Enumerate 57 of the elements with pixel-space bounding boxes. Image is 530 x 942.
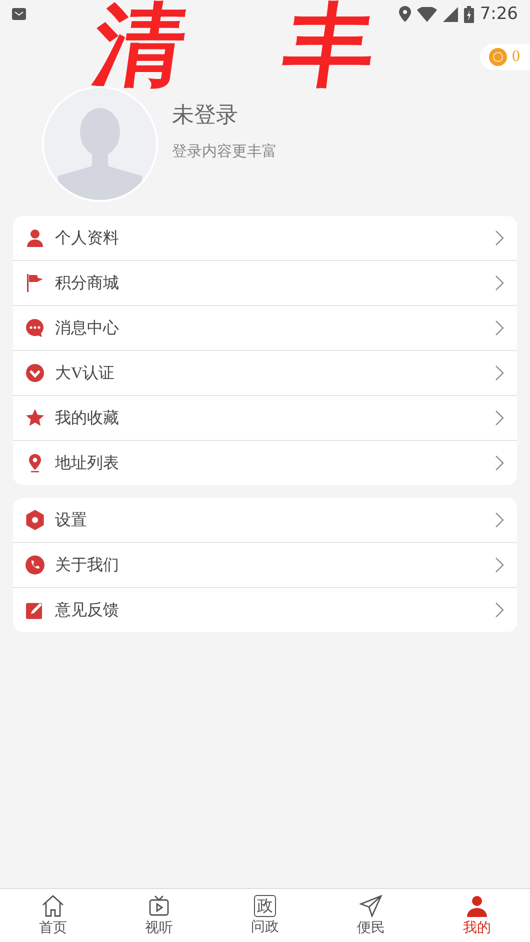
status-time: 7:26 <box>480 4 518 24</box>
chevron-right-icon <box>495 365 505 381</box>
menu-label: 地址列表 <box>55 454 120 474</box>
home-icon <box>41 894 65 918</box>
battery-icon <box>464 6 474 22</box>
menu-item[interactable]: 设置 <box>13 498 517 542</box>
check-badge-icon <box>25 363 45 383</box>
phone-icon <box>25 555 45 575</box>
menu-label: 我的收藏 <box>55 408 120 428</box>
nav-tab[interactable]: 首页 <box>0 889 106 942</box>
menu-item[interactable]: 个人资料 <box>13 216 517 260</box>
menu-item[interactable]: 意见反馈 <box>13 587 517 632</box>
edit-icon <box>25 600 45 620</box>
login-status[interactable]: 未登录 <box>172 100 277 130</box>
menu-label: 意见反馈 <box>55 600 120 620</box>
calligraphy-title: 丰 <box>278 0 382 90</box>
person-icon <box>465 894 489 918</box>
coin-count: 0 <box>512 48 520 66</box>
coin-icon <box>489 48 507 66</box>
wifi-icon <box>416 6 437 22</box>
nav-tab[interactable]: 我的 <box>424 889 530 942</box>
settings-icon <box>25 510 45 530</box>
calligraphy-title: 清 <box>88 0 192 90</box>
chat-icon <box>25 318 45 338</box>
menu-label: 消息中心 <box>55 318 120 338</box>
chevron-right-icon <box>495 602 505 618</box>
chevron-right-icon <box>495 275 505 291</box>
chevron-right-icon <box>495 320 505 336</box>
chevron-right-icon <box>495 230 505 246</box>
policy-icon: 政 <box>254 895 276 917</box>
chevron-right-icon <box>495 455 505 471</box>
chevron-right-icon <box>495 410 505 426</box>
nav-tab[interactable]: 便民 <box>318 889 424 942</box>
star-icon <box>25 408 45 428</box>
menu-label: 大V认证 <box>55 364 116 384</box>
menu-label: 关于我们 <box>55 556 120 576</box>
person-icon <box>25 228 45 248</box>
location-icon <box>398 6 411 22</box>
menu-item[interactable]: 积分商城 <box>13 260 517 305</box>
nav-tab[interactable]: 视听 <box>106 889 212 942</box>
menu-item[interactable]: 关于我们 <box>13 542 517 587</box>
menu-label: 个人资料 <box>55 228 120 248</box>
menu-item[interactable]: 地址列表 <box>13 440 517 485</box>
login-hint: 登录内容更丰富 <box>172 142 277 161</box>
chevron-right-icon <box>495 512 505 528</box>
tv-icon <box>147 894 171 918</box>
signal-icon <box>442 6 458 22</box>
menu-item[interactable]: 消息中心 <box>13 305 517 350</box>
send-icon <box>359 894 383 918</box>
menu-label: 积分商城 <box>55 274 120 294</box>
notification-icon <box>12 8 26 20</box>
menu-item[interactable]: 我的收藏 <box>13 395 517 440</box>
chevron-right-icon <box>495 557 505 573</box>
menu-item[interactable]: 大V认证 <box>13 350 517 395</box>
nav-tab[interactable]: 政 问政 <box>212 889 318 942</box>
flag-icon <box>25 273 45 293</box>
menu-label: 设置 <box>55 510 88 530</box>
